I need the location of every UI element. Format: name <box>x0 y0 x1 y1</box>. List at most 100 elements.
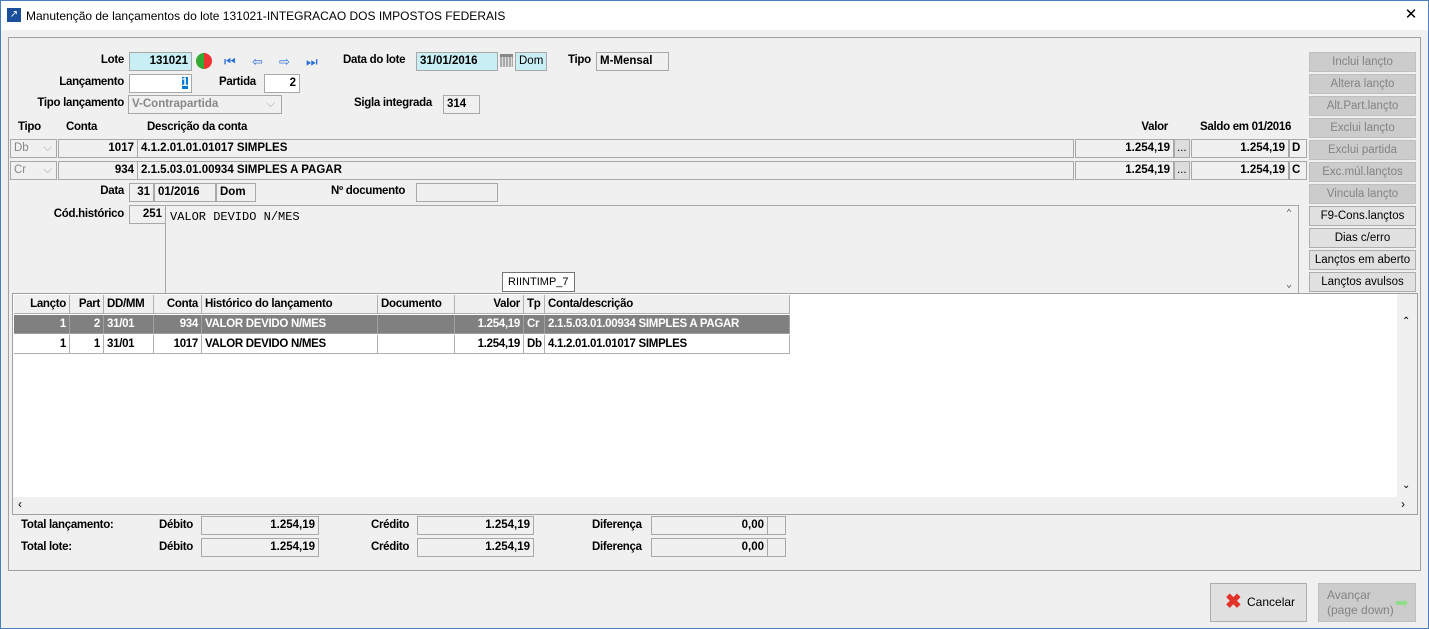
column-header[interactable]: Conta <box>154 295 202 314</box>
action-button[interactable]: Lançtos avulsos <box>1309 272 1416 292</box>
dia-field[interactable]: 31 <box>129 183 154 202</box>
ellipsis-button[interactable]: ... <box>1174 161 1190 180</box>
total-label: Total lançamento: <box>21 519 114 531</box>
table-cell <box>378 315 455 334</box>
valor-field[interactable]: 1.254,19 <box>1075 161 1174 180</box>
sigla-label: Sigla integrada <box>354 97 432 109</box>
ellipsis-button[interactable]: ... <box>1174 139 1190 158</box>
lote-label: Lote <box>100 54 124 66</box>
table-cell: 2.1.5.03.01.00934 SIMPLES A PAGAR <box>545 315 790 334</box>
cancel-x-icon: ✖ <box>1225 591 1242 613</box>
table-cell: Cr <box>524 315 545 334</box>
table-cell: Db <box>524 335 545 354</box>
diferenca-label: Diferença <box>592 519 642 531</box>
historico-text: VALOR DEVIDO N/MES <box>170 210 300 224</box>
descricao-field: 2.1.5.03.01.00934 SIMPLES A PAGAR <box>137 161 1074 180</box>
refresh-icon[interactable] <box>196 53 212 69</box>
action-button[interactable]: Dias c/erro <box>1309 228 1416 248</box>
diferenca-field: 0,00 <box>651 538 768 557</box>
action-button[interactable]: F9-Cons.lançtos <box>1309 206 1416 226</box>
total-label: Total lote: <box>21 541 72 553</box>
column-header[interactable]: Part <box>70 295 104 314</box>
cancelar-button[interactable]: ✖ Cancelar <box>1210 583 1307 622</box>
scroll-down-icon[interactable]: ⌄ <box>1286 279 1292 291</box>
scroll-left-icon[interactable]: ‹ <box>18 497 22 511</box>
credito-label: Crédito <box>371 519 410 531</box>
column-header[interactable]: Tp <box>524 295 545 314</box>
data-lote-field[interactable]: 31/01/2016 <box>416 52 498 71</box>
table-cell <box>378 335 455 354</box>
debito-field: 1.254,19 <box>201 516 319 535</box>
action-button[interactable]: Lançtos em aberto <box>1309 250 1416 270</box>
mes-ano-field: 01/2016 <box>154 183 216 202</box>
lancamento-field[interactable]: 1 <box>129 74 192 93</box>
diferenca-indicator <box>767 538 786 557</box>
lote-field[interactable]: 131021 <box>129 52 192 71</box>
column-header[interactable]: Lançto <box>14 295 70 314</box>
close-icon[interactable]: ✕ <box>1399 5 1423 25</box>
saldo-field: 1.254,19 <box>1191 139 1289 158</box>
sigla-field: 314 <box>443 95 480 114</box>
credito-field: 1.254,19 <box>417 516 534 535</box>
column-header[interactable]: DD/MM <box>104 295 154 314</box>
documento-field[interactable] <box>416 183 498 202</box>
tooltip: RIINTIMP_7 <box>502 272 575 292</box>
action-button[interactable]: Alt.Part.lançto <box>1309 96 1416 116</box>
lancamento-label: Lançamento <box>59 76 124 88</box>
column-header[interactable]: Conta/descrição <box>545 295 790 314</box>
table-cell: 1 <box>14 335 70 354</box>
action-button[interactable]: Exclui partida <box>1309 140 1416 160</box>
col-saldo: Saldo em 01/2016 <box>1200 121 1292 133</box>
saldo-field: 1.254,19 <box>1191 161 1289 180</box>
table-cell: 31/01 <box>104 315 154 334</box>
horizontal-scrollbar[interactable]: ‹ › <box>13 497 1417 514</box>
data-lote-weekday: Dom <box>515 52 547 71</box>
scroll-up-icon[interactable]: ⌃ <box>1286 208 1292 220</box>
cod-historico-field[interactable]: 251 <box>129 205 166 224</box>
partida-field[interactable]: 2 <box>264 74 300 93</box>
scroll-up-icon[interactable]: ⌃ <box>1402 316 1410 327</box>
dc-indicator: D <box>1289 139 1307 158</box>
first-record-icon[interactable]: ⏮ <box>224 54 236 70</box>
tipo-lancamento-select[interactable]: V-Contrapartida ⌵ <box>128 95 282 114</box>
action-button[interactable]: Altera lançto <box>1309 74 1416 94</box>
vertical-scrollbar[interactable]: ⌃ ⌄ <box>1397 294 1417 497</box>
credito-label: Crédito <box>371 541 410 553</box>
column-header[interactable]: Documento <box>378 295 455 314</box>
scroll-down-icon[interactable]: ⌄ <box>1402 480 1410 491</box>
table-cell: 1 <box>70 335 104 354</box>
tipo-select[interactable]: Db ⌵ <box>10 139 57 158</box>
dc-indicator: C <box>1289 161 1307 180</box>
cancelar-label: Cancelar <box>1247 595 1296 609</box>
debito-field: 1.254,19 <box>201 538 319 557</box>
lancamentos-grid: Lançto Part DD/MM Conta Histórico do lançame… <box>12 293 1418 515</box>
action-button[interactable]: Exclui lançto <box>1309 118 1416 138</box>
tipo-select[interactable]: Cr ⌵ <box>10 161 57 180</box>
previous-record-icon[interactable]: ⇦ <box>252 54 263 70</box>
table-cell: 1017 <box>154 335 202 354</box>
action-button[interactable]: Exc.múl.lançtos <box>1309 162 1416 182</box>
last-record-icon[interactable]: ⏭ <box>306 54 318 70</box>
conta-field[interactable]: 1017 <box>58 139 138 158</box>
action-button[interactable]: Vincula lançto <box>1309 184 1416 204</box>
tipo-lancamento-value: V-Contrapartida <box>132 98 219 110</box>
historico-textarea[interactable]: VALOR DEVIDO N/MES ⌃ ⌄ <box>165 205 1299 294</box>
scroll-right-icon[interactable]: › <box>1401 497 1405 511</box>
descricao-field: 4.1.2.01.01.01017 SIMPLES <box>137 139 1074 158</box>
next-record-icon[interactable]: ⇨ <box>279 54 290 70</box>
credito-field: 1.254,19 <box>417 538 534 557</box>
calendar-icon[interactable] <box>500 54 513 67</box>
col-descricao: Descrição da conta <box>147 121 248 133</box>
column-header[interactable]: Valor <box>455 295 524 314</box>
table-cell: 1.254,19 <box>455 315 524 334</box>
avancar-button[interactable]: Avançar (page down) ➡ <box>1318 583 1416 622</box>
conta-field[interactable]: 934 <box>58 161 138 180</box>
partida-label: Partida <box>219 76 256 88</box>
diferenca-label: Diferença <box>592 541 642 553</box>
valor-field[interactable]: 1.254,19 <box>1075 139 1174 158</box>
lancamento-value: 1 <box>181 77 188 89</box>
column-header[interactable]: Histórico do lançamento <box>202 295 378 314</box>
table-cell: 1 <box>14 315 70 334</box>
action-button[interactable]: Inclui lançto <box>1309 52 1416 72</box>
dia-semana-field: Dom <box>216 183 256 202</box>
